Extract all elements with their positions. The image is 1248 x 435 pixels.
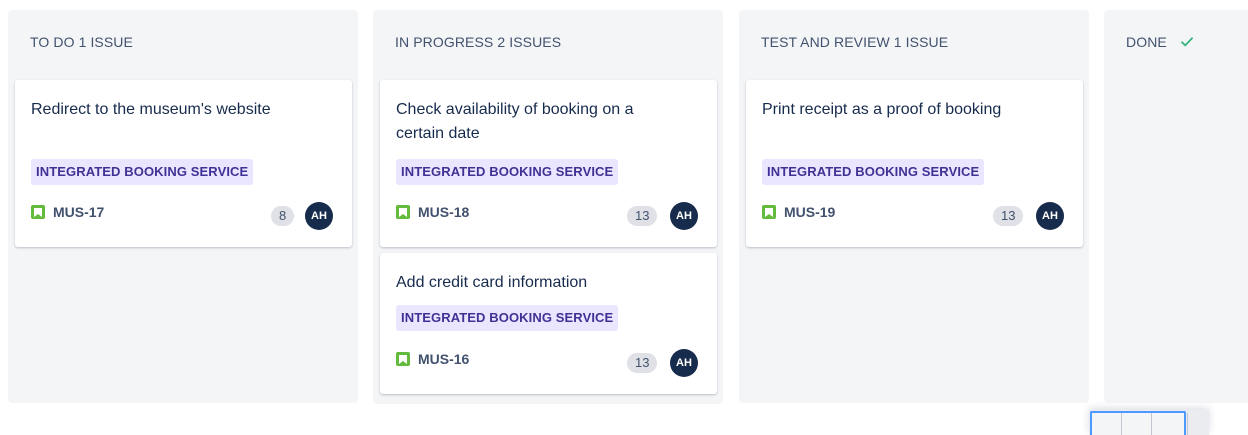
story-points-badge: 8 xyxy=(271,206,295,226)
view-switcher-selected[interactable] xyxy=(1090,411,1186,435)
issue-key-text: MUS-16 xyxy=(418,351,470,367)
column-header: TEST AND REVIEW 1 ISSUE xyxy=(761,34,948,50)
issue-key[interactable]: MUS-18 xyxy=(396,204,469,220)
column-in-progress: IN PROGRESS 2 ISSUES Check availability … xyxy=(373,10,723,404)
story-icon xyxy=(762,205,776,219)
issue-key[interactable]: MUS-16 xyxy=(396,351,469,367)
view-switcher-divider xyxy=(1121,413,1122,435)
issue-card[interactable]: Redirect to the museum's website INTEGRA… xyxy=(15,80,352,247)
issue-card[interactable]: Print receipt as a proof of booking INTE… xyxy=(746,80,1083,247)
story-points-badge: 13 xyxy=(627,206,658,226)
column-title: TEST AND REVIEW 1 ISSUE xyxy=(761,34,949,50)
issue-key-text: MUS-17 xyxy=(53,204,105,220)
epic-label: INTEGRATED BOOKING SERVICE xyxy=(762,159,985,185)
story-icon xyxy=(31,205,45,219)
check-icon xyxy=(1180,34,1193,50)
epic-label: INTEGRATED BOOKING SERVICE xyxy=(396,305,619,331)
story-points-badge: 13 xyxy=(627,353,658,373)
issue-key[interactable]: MUS-17 xyxy=(31,204,104,220)
column-header: TO DO 1 ISSUE xyxy=(30,34,133,50)
column-title: DONE xyxy=(1126,34,1167,50)
card-summary: Add credit card information xyxy=(396,274,588,291)
epic-label: INTEGRATED BOOKING SERVICE xyxy=(396,159,619,185)
column-header: IN PROGRESS 2 ISSUES xyxy=(395,34,561,50)
issue-key-text: MUS-19 xyxy=(784,204,836,220)
column-title: TO DO 1 ISSUE xyxy=(30,34,133,50)
issue-key[interactable]: MUS-19 xyxy=(762,204,835,220)
assignee-avatar[interactable]: AH xyxy=(670,202,698,230)
view-switcher-widget[interactable] xyxy=(1089,410,1209,435)
epic-label: INTEGRATED BOOKING SERVICE xyxy=(31,159,254,185)
card-summary: Redirect to the museum's website xyxy=(31,101,271,118)
issue-card[interactable]: Add credit card information INTEGRATED B… xyxy=(380,253,717,394)
assignee-avatar[interactable]: AH xyxy=(1036,202,1064,230)
column-to-do: TO DO 1 ISSUE Redirect to the museum's w… xyxy=(8,10,358,403)
issue-key-text: MUS-18 xyxy=(418,204,470,220)
view-switcher-divider xyxy=(1187,413,1188,435)
assignee-avatar[interactable]: AH xyxy=(305,202,333,230)
card-summary: Check availability of booking on a certa… xyxy=(396,101,634,142)
assignee-avatar[interactable]: AH xyxy=(670,349,698,377)
issue-card[interactable]: Check availability of booking on a certa… xyxy=(380,80,717,247)
column-title: IN PROGRESS 2 ISSUES xyxy=(395,34,562,50)
story-icon xyxy=(396,205,410,219)
column-done: DONE xyxy=(1104,10,1248,403)
card-summary: Print receipt as a proof of booking xyxy=(762,101,1002,118)
story-icon xyxy=(396,352,410,366)
view-switcher-divider xyxy=(1151,413,1152,435)
column-header: DONE xyxy=(1126,34,1193,50)
story-points-badge: 13 xyxy=(993,206,1024,226)
column-test-and-review: TEST AND REVIEW 1 ISSUE Print receipt as… xyxy=(739,10,1089,403)
